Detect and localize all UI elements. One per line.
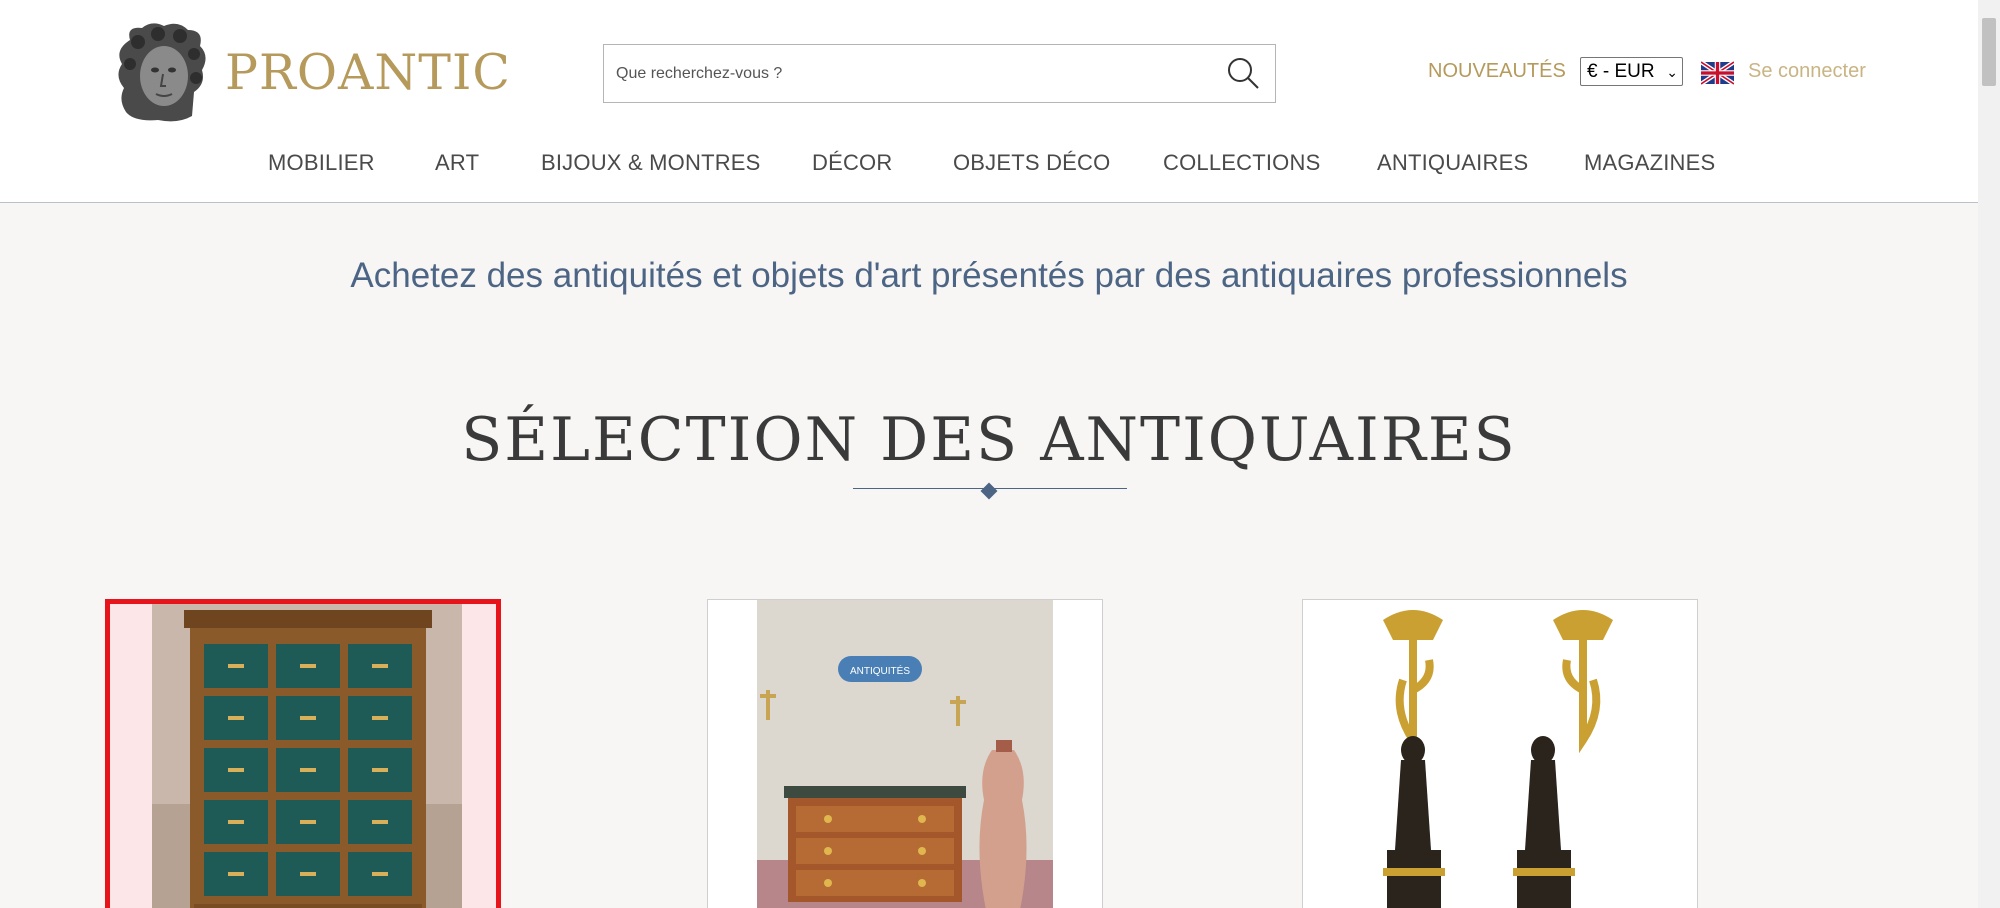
divider-diamond [980, 482, 998, 500]
scrollbar-thumb[interactable] [1982, 18, 1996, 86]
search-box [603, 44, 1276, 103]
brand-name[interactable]: PROANTIC [225, 44, 511, 101]
search-input[interactable] [616, 45, 1206, 102]
main-nav: MOBILIER ART BIJOUX & MONTRES DÉCOR OBJE… [0, 150, 1978, 180]
page-scrollbar[interactable] [1978, 0, 2000, 908]
product-image-cabinet [110, 604, 496, 908]
uk-flag-icon[interactable] [1699, 60, 1736, 86]
currency-value: € - EUR [1587, 61, 1655, 82]
product-card-cabinet[interactable] [105, 599, 501, 908]
nav-item-bijoux-montres[interactable]: BIJOUX & MONTRES [541, 150, 761, 176]
nav-item-art[interactable]: ART [435, 150, 479, 176]
nav-item-antiquaires[interactable]: ANTIQUAIRES [1377, 150, 1528, 176]
page-tagline: Achetez des antiquités et objets d'art p… [350, 256, 1628, 295]
nav-item-mobilier[interactable]: MOBILIER [268, 150, 375, 176]
nouveautes-link[interactable]: NOUVEAUTÉS [1428, 60, 1566, 83]
login-link[interactable]: Se connecter [1748, 60, 1866, 83]
product-card-commode[interactable]: ANTIQUITÉS [707, 599, 1103, 908]
search-icon[interactable] [1225, 55, 1261, 91]
section-title: SÉLECTION DES ANTIQUAIRES [461, 405, 1517, 475]
product-card-candelabra[interactable] [1302, 599, 1698, 908]
logo-bust-icon[interactable] [108, 20, 218, 124]
nav-item-magazines[interactable]: MAGAZINES [1584, 150, 1715, 176]
site-header: PROANTIC NOUVEAUTÉS € - EUR ⌄ Se connect… [0, 0, 1978, 203]
nav-item-decor[interactable]: DÉCOR [812, 150, 892, 176]
svg-text:ANTIQUITÉS: ANTIQUITÉS [850, 664, 910, 677]
currency-select[interactable]: € - EUR ⌄ [1580, 57, 1683, 86]
nav-item-objets-deco[interactable]: OBJETS DÉCO [953, 150, 1110, 176]
product-image-candelabra [1303, 600, 1697, 908]
nav-item-collections[interactable]: COLLECTIONS [1163, 150, 1320, 176]
product-image-commode: ANTIQUITÉS [708, 600, 1102, 908]
chevron-down-icon: ⌄ [1666, 64, 1678, 80]
